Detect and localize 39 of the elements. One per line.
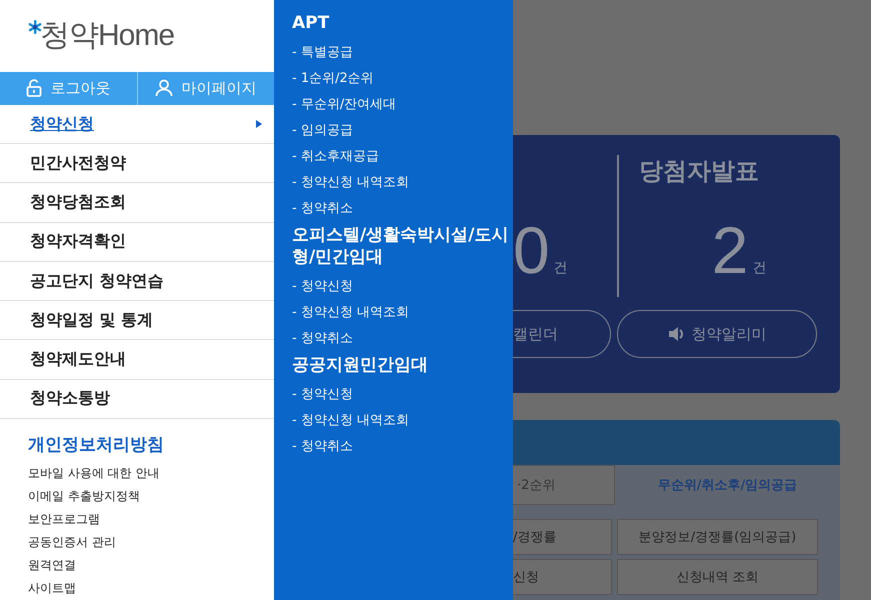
submenu-item[interactable]: - 청약신청: [292, 274, 513, 300]
stat-count: 2: [712, 217, 748, 283]
submenu-item[interactable]: - 1순위/2순위: [292, 66, 513, 92]
caret-right-icon: [256, 120, 262, 128]
footer-link[interactable]: 공동인증서 관리: [28, 530, 274, 554]
site-logo[interactable]: 청약Home: [40, 15, 174, 56]
submenu-item[interactable]: - 청약신청 내역조회: [292, 170, 513, 196]
stat-count: 0: [513, 217, 550, 283]
submenu-item[interactable]: - 청약취소: [292, 326, 513, 352]
footer-link[interactable]: 원격연결: [28, 554, 274, 577]
submenu-heading: 오피스텔/생활숙박시설/도시형/민간임대: [292, 224, 510, 268]
stat-unit: 건: [554, 259, 568, 277]
submenu-item[interactable]: - 청약취소: [292, 434, 513, 460]
privacy-policy-link[interactable]: 개인정보처리방침: [28, 432, 274, 456]
stat-title: 당첨자발표: [639, 156, 760, 185]
link-button[interactable]: 분양정보/경쟁률(임의공급): [617, 519, 818, 555]
link-button[interactable]: 신청: [513, 559, 612, 595]
link-button[interactable]: 신청내역 조회: [617, 559, 818, 595]
calendar-button[interactable]: 캘린더: [513, 310, 611, 358]
speaker-icon: [668, 326, 686, 342]
submenu-item[interactable]: - 청약신청: [292, 382, 513, 408]
submenu-item[interactable]: - 청약취소: [292, 196, 513, 222]
person-icon: [155, 79, 174, 98]
stat-unit: 건: [752, 259, 766, 277]
alarm-button[interactable]: 청약알리미: [617, 310, 817, 358]
footer-link[interactable]: 이메일 추출방지정책: [28, 484, 274, 508]
footer-link[interactable]: 보안프로그램: [28, 508, 274, 531]
submenu-heading: 공공지원민간임대: [292, 354, 429, 376]
footer-link[interactable]: 모바일 사용에 대한 안내: [28, 462, 274, 485]
submenu-item[interactable]: - 청약신청 내역조회: [292, 408, 513, 434]
submenu-heading: APT: [292, 12, 330, 34]
unlock-icon: [26, 79, 42, 98]
footer-link[interactable]: 사이트맵: [28, 576, 274, 600]
submenu-item[interactable]: - 취소후재공급: [292, 144, 513, 170]
submenu-item[interactable]: - 무순위/잔여세대: [292, 92, 513, 118]
submenu-item[interactable]: - 임의공급: [292, 118, 513, 144]
link-button[interactable]: /경쟁률: [513, 519, 612, 555]
submenu-item[interactable]: - 특별공급: [292, 40, 513, 66]
submenu-item[interactable]: - 청약신청 내역조회: [292, 300, 513, 326]
